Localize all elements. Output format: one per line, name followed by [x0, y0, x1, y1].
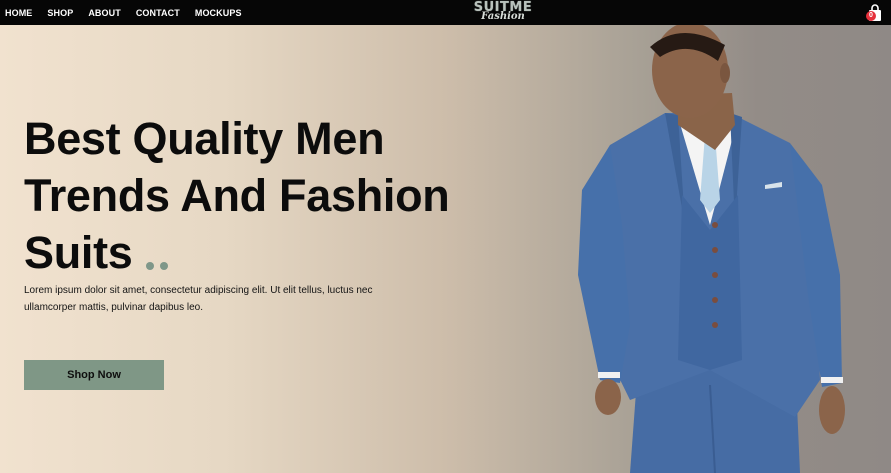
cart-button[interactable]: 0	[865, 3, 885, 23]
hero-title-line-1: Best Quality Men	[24, 113, 385, 164]
dot-1	[146, 262, 154, 270]
logo-script: Fashion	[481, 11, 525, 22]
nav-link-home[interactable]: HOME	[5, 8, 32, 18]
hero-title-line-2: Trends And Fashion	[24, 170, 450, 221]
nav-link-about[interactable]: ABOUT	[88, 8, 121, 18]
brand-logo[interactable]: SUITME Fashion	[465, 1, 541, 24]
hero-description: Lorem ipsum dolor sit amet, consectetur …	[24, 282, 404, 316]
dot-2	[160, 262, 168, 270]
hero-description-line-1: Lorem ipsum dolor sit amet, consectetur …	[24, 285, 373, 296]
decorative-dots	[146, 262, 174, 270]
hero-description-line-2: ullamcorper mattis, pulvinar dapibus leo…	[24, 302, 203, 313]
nav-link-mockups[interactable]: MOCKUPS	[195, 8, 242, 18]
top-navbar: HOME SHOP ABOUT CONTACT MOCKUPS SUITME F…	[0, 0, 891, 25]
nav-link-shop[interactable]: SHOP	[47, 8, 73, 18]
hero-title-line-3: Suits	[24, 227, 133, 278]
hero-banner: Best Quality Men Trends And Fashion Suit…	[0, 25, 891, 473]
nav-links: HOME SHOP ABOUT CONTACT MOCKUPS	[5, 0, 257, 25]
hero-title: Best Quality Men Trends And Fashion Suit…	[24, 110, 494, 281]
shop-now-button[interactable]: Shop Now	[24, 360, 164, 390]
model-in-suit-image	[578, 25, 845, 473]
nav-link-contact[interactable]: CONTACT	[136, 8, 180, 18]
cart-count-badge: 0	[866, 11, 876, 21]
